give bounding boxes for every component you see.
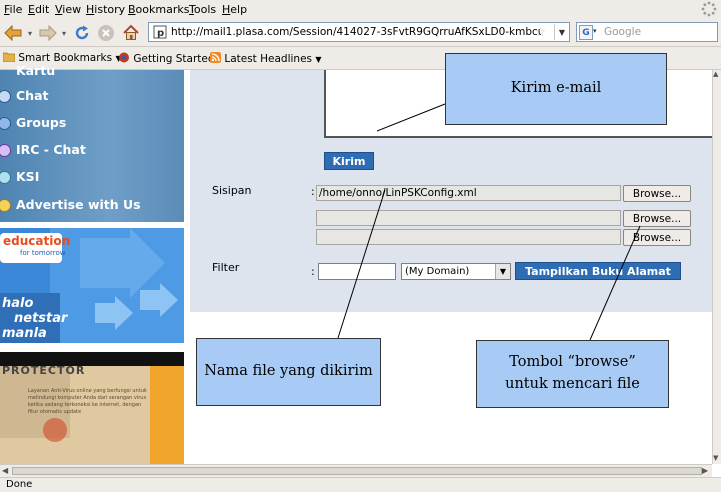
- url-text: http://mail1.plasa.com/Session/414027-3s…: [171, 26, 541, 38]
- banner-text-halo: halo: [2, 296, 34, 311]
- domain-select-value: (My Domain): [405, 266, 470, 277]
- menu-tools[interactable]: Tools: [189, 3, 216, 16]
- callout-tombol-browse-line1: Tombol “browse”: [509, 354, 636, 371]
- filter-input[interactable]: [318, 263, 396, 280]
- throbber-icon: [701, 1, 717, 17]
- attachment-file-input-3[interactable]: [316, 229, 621, 245]
- search-engine-icon[interactable]: G: [579, 25, 593, 40]
- vertical-scrollbar[interactable]: ▲ ▼: [712, 70, 721, 464]
- irc-chat-icon: [0, 144, 11, 157]
- menu-help[interactable]: Help: [222, 3, 247, 16]
- firefox-icon: [119, 52, 129, 63]
- reload-icon: [75, 25, 89, 40]
- attachment-colon: :: [311, 185, 315, 198]
- attachment-file-input-2[interactable]: [316, 210, 621, 226]
- callout-kirim-email: Kirim e-mail: [445, 53, 667, 125]
- chat-icon: [0, 90, 11, 103]
- ksi-icon: [0, 171, 11, 184]
- browse-button-1[interactable]: Browse...: [623, 185, 691, 202]
- status-bar: Done: [0, 477, 721, 492]
- bookmark-getting-started[interactable]: Getting Started: [118, 52, 215, 65]
- sidebar-item-kartu[interactable]: Kartu: [16, 63, 55, 78]
- sidebar-nav: Kartu Chat Groups IRC - Chat KSI Adverti…: [0, 63, 184, 222]
- left-sidebar: Kartu Chat Groups IRC - Chat KSI Adverti…: [0, 63, 184, 464]
- search-placeholder: Google: [604, 26, 642, 38]
- sidebar-item-irc-chat[interactable]: IRC - Chat: [0, 141, 184, 159]
- scroll-right-arrow-icon[interactable]: ▶: [702, 466, 708, 475]
- menu-bookmarks[interactable]: Bookmarks: [128, 3, 189, 16]
- bookmark-label: Latest Headlines: [224, 53, 313, 65]
- sidebar-item-label: KSI: [16, 169, 40, 184]
- reload-button[interactable]: [72, 23, 92, 43]
- back-history-dropdown[interactable]: ▾: [24, 23, 36, 43]
- menu-bar: File Edit View History Bookmarks Tools H…: [0, 0, 721, 19]
- advertise-icon: [0, 199, 11, 212]
- attachment-label: Sisipan: [212, 184, 252, 197]
- sidebar-item-label: IRC - Chat: [16, 142, 86, 157]
- forward-arrow-icon: [39, 25, 57, 41]
- protector-description: Layanan Anti-Virus online yang berfungsi…: [28, 388, 147, 415]
- stop-icon: [98, 25, 114, 41]
- protector-title: PROTECTOR: [2, 364, 86, 377]
- attachment-file-input-1[interactable]: /home/onno/LinPSKConfig.xml: [316, 185, 621, 201]
- sidebar-item-ksi[interactable]: KSI: [0, 168, 184, 186]
- groups-icon: [0, 117, 11, 130]
- menu-view[interactable]: View: [55, 3, 81, 16]
- show-address-book-button[interactable]: Tampilkan Buku Alamat: [515, 262, 681, 280]
- domain-select[interactable]: (My Domain) ▼: [401, 263, 511, 280]
- menu-file[interactable]: File: [4, 3, 22, 16]
- svg-text:p: p: [157, 28, 164, 39]
- banner-text-netstar: netstar: [14, 311, 68, 326]
- education-logo-sub: for tomorrow: [20, 249, 66, 257]
- horizontal-scrollbar[interactable]: ◀ ▶: [0, 464, 712, 477]
- menu-history[interactable]: History: [86, 3, 125, 16]
- bookmark-label: Getting Started: [133, 53, 215, 65]
- filter-label: Filter: [212, 261, 240, 274]
- scroll-left-arrow-icon[interactable]: ◀: [2, 466, 8, 475]
- menu-edit[interactable]: Edit: [28, 3, 49, 16]
- filter-colon: :: [311, 265, 315, 278]
- education-logo: education: [3, 234, 71, 248]
- sidebar-item-label: Groups: [16, 115, 67, 130]
- sidebar-item-groups[interactable]: Groups: [0, 114, 184, 132]
- home-button[interactable]: [121, 23, 141, 43]
- folder-icon: [2, 52, 16, 63]
- bookmark-latest-headlines[interactable]: Latest Headlines ▼: [210, 52, 322, 65]
- site-favicon-icon: p: [153, 25, 167, 39]
- bookmark-star-icon[interactable]: ☆: [535, 25, 546, 39]
- forward-history-dropdown[interactable]: ▾: [58, 23, 70, 43]
- education-banner[interactable]: education for tomorrow halo netstar manl…: [0, 228, 184, 343]
- scroll-down-arrow-icon[interactable]: ▼: [713, 454, 718, 462]
- search-bar[interactable]: G ▾ Google: [576, 22, 718, 42]
- protector-banner[interactable]: PROTECTOR Layanan Anti-Virus online yang…: [0, 352, 184, 464]
- sidebar-item-advertise[interactable]: Advertise with Us: [0, 196, 184, 214]
- navigation-toolbar: ▾ ▾ p http://mail1.plasa.com/Session/414…: [0, 19, 721, 47]
- search-engine-dropdown-icon[interactable]: ▾: [593, 27, 597, 35]
- url-bar[interactable]: p http://mail1.plasa.com/Session/414027-…: [148, 22, 570, 42]
- scroll-up-arrow-icon[interactable]: ▲: [713, 70, 718, 78]
- url-dropdown-button[interactable]: ▼: [554, 24, 569, 40]
- chevron-down-icon: ▼: [495, 264, 510, 279]
- dropdown-arrow-icon: ▼: [315, 55, 322, 64]
- status-text: Done: [6, 479, 33, 490]
- browse-button-2[interactable]: Browse...: [623, 210, 691, 227]
- home-icon: [123, 24, 139, 40]
- send-button[interactable]: Kirim: [324, 152, 374, 170]
- callout-nama-file: Nama file yang dikirim: [196, 338, 381, 406]
- forward-button[interactable]: [38, 23, 58, 43]
- callout-tombol-browse: Tombol “browse” untuk mencari file: [476, 340, 669, 408]
- back-arrow-icon: [4, 25, 22, 41]
- stop-button[interactable]: [96, 23, 116, 43]
- sidebar-item-label: Chat: [16, 88, 49, 103]
- rss-feed-icon: [210, 52, 221, 63]
- horizontal-scroll-thumb[interactable]: [12, 467, 702, 475]
- callout-tombol-browse-line2: untuk mencari file: [505, 376, 640, 392]
- browse-button-3[interactable]: Browse...: [623, 229, 691, 246]
- sidebar-item-label: Advertise with Us: [16, 197, 141, 212]
- back-button[interactable]: [3, 23, 23, 43]
- banner-text-manla: manla: [2, 326, 47, 341]
- sidebar-item-chat[interactable]: Chat: [0, 87, 184, 105]
